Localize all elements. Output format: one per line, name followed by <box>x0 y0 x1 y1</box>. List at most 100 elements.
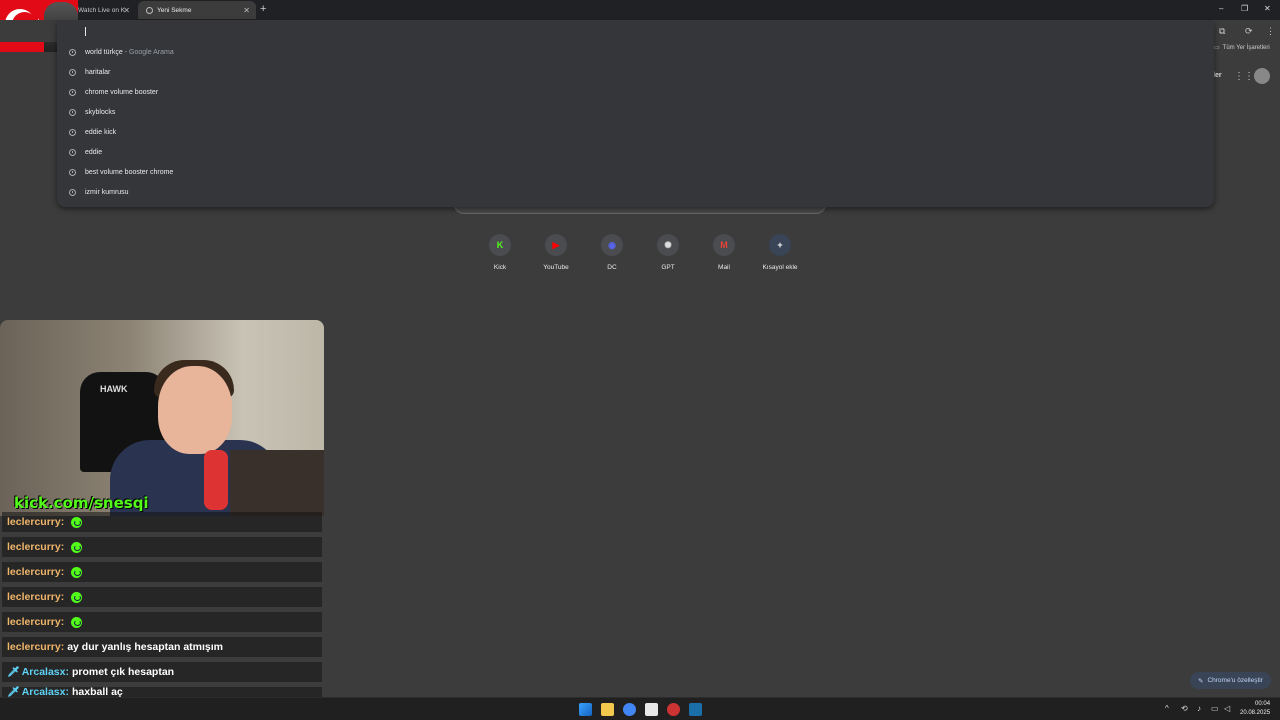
history-icon <box>69 188 76 196</box>
chat-message: leclercurry: <box>2 587 322 607</box>
suggestion-item[interactable]: chrome volume booster <box>57 82 1214 102</box>
history-icon <box>69 128 76 136</box>
kick-emote-icon <box>71 591 83 603</box>
chat-username[interactable]: leclercurry: <box>7 566 64 578</box>
sword-badge-icon: 🗡 <box>7 686 20 698</box>
suggestion-item[interactable]: haritalar <box>57 62 1214 82</box>
shortcut-label: Mail <box>718 264 730 271</box>
chatgpt-icon: ✺ <box>657 234 679 256</box>
new-tab-plus-icon[interactable]: + <box>260 3 266 15</box>
history-icon <box>69 88 76 96</box>
all-bookmarks-label: Tüm Yer İşaretleri <box>1222 44 1270 51</box>
minimize-icon[interactable]: – <box>1219 4 1223 13</box>
tray-mic-icon[interactable]: ♪ <box>1197 704 1201 713</box>
gmail-icon: M <box>713 234 735 256</box>
pencil-icon: ✎ <box>1198 677 1204 685</box>
shortcut-label: Kısayol ekle <box>762 264 798 271</box>
tab-new-tab[interactable]: Yeni Sekme ✕ <box>138 1 256 19</box>
network-icon[interactable]: ▭ <box>1211 704 1219 713</box>
history-icon <box>69 168 76 176</box>
globe-icon <box>146 6 153 14</box>
app-icon[interactable] <box>667 703 680 716</box>
shortcut-label: YouTube <box>543 264 569 271</box>
streamer-head <box>158 366 232 454</box>
address-bar-input[interactable] <box>83 25 583 39</box>
history-icon <box>69 108 76 116</box>
suggestion-text: chrome volume booster <box>85 88 159 96</box>
suggestion-item[interactable]: skyblocks <box>57 102 1214 122</box>
folder-icon: ▭ <box>1214 45 1220 51</box>
suggestion-text: haritalar <box>85 68 111 76</box>
tray-app-icon[interactable]: ⟲ <box>1181 704 1188 713</box>
shortcut-mail[interactable]: M Mail <box>696 234 752 271</box>
suggestion-text: best volume booster chrome <box>85 168 174 176</box>
chat-message: 🗡 Arcalasx: haxball aç <box>2 686 322 698</box>
shortcut-youtube[interactable]: ▶ YouTube <box>528 234 584 271</box>
chat-username[interactable]: leclercurry: <box>7 616 64 628</box>
avatar[interactable] <box>1254 68 1270 84</box>
suggestion-item[interactable]: izmir kumrusu <box>57 182 1214 202</box>
document-icon[interactable] <box>645 703 658 716</box>
tray-chevron-icon[interactable]: ^ <box>1165 704 1169 713</box>
omnibox-dropdown: world türkçe - Google Arama haritalar ch… <box>57 21 1214 207</box>
history-icon <box>69 48 76 56</box>
kick-emote-icon <box>71 541 83 553</box>
close-icon[interactable]: ✕ <box>243 6 250 15</box>
stream-url-overlay: kick.com/snesqi <box>14 494 149 512</box>
text-caret <box>85 27 86 36</box>
desk <box>230 450 324 516</box>
kick-emote-icon <box>71 516 83 528</box>
youtube-icon: ▶ <box>545 234 567 256</box>
chat-username[interactable]: leclercurry: <box>7 591 64 603</box>
chat-username[interactable]: leclercurry: <box>7 641 64 653</box>
chat-username[interactable]: leclercurry: <box>7 541 64 553</box>
chrome-icon[interactable] <box>623 703 636 716</box>
chat-message: leclercurry: <box>2 612 322 632</box>
tab-kick[interactable]: Watch Live on K ✕ <box>70 1 136 19</box>
steam-icon[interactable] <box>689 703 702 716</box>
chat-username[interactable]: leclercurry: <box>7 516 64 528</box>
tab-label: Watch Live on K <box>78 6 126 14</box>
clock-time: 00:04 <box>1255 701 1271 707</box>
shortcut-add[interactable]: + Kısayol ekle <box>752 234 808 271</box>
shortcut-kick[interactable]: K Kick <box>472 234 528 271</box>
restore-icon[interactable]: ❐ <box>1241 4 1248 13</box>
suggestion-text: eddie kick <box>85 128 117 136</box>
volume-icon[interactable]: ◁ <box>1224 704 1230 713</box>
windows-start-icon[interactable] <box>579 703 592 716</box>
all-bookmarks[interactable]: ▭ Tüm Yer İşaretleri <box>1214 44 1270 52</box>
close-window-icon[interactable]: ✕ <box>1264 4 1271 13</box>
plus-icon: + <box>769 234 791 256</box>
menu-dots-icon[interactable]: ⋮ <box>1266 26 1275 37</box>
kick-icon: K <box>489 234 511 256</box>
file-explorer-icon[interactable] <box>601 703 614 716</box>
suggestion-text: skyblocks <box>85 108 116 116</box>
chat-text: ay dur yanlış hesaptan atmışım <box>67 641 224 653</box>
header-partial-text[interactable]: ler <box>1213 72 1222 79</box>
kick-emote-icon <box>71 616 83 628</box>
chat-username[interactable]: Arcalasx: <box>22 666 69 678</box>
system-clock[interactable]: 00:04 20.08.2025 <box>1240 700 1270 718</box>
suggestion-text: izmir kumrusu <box>85 188 129 196</box>
suggestion-item[interactable]: eddie <box>57 142 1214 162</box>
profile-sync-icon[interactable]: ⟳ <box>1245 26 1253 37</box>
tab-label: Yeni Sekme <box>157 6 192 14</box>
shortcut-label: GPT <box>661 264 675 271</box>
suggestion-item[interactable]: best volume booster chrome <box>57 162 1214 182</box>
chat-message: 🗡 Arcalasx: promet çık hesaptan <box>2 662 322 682</box>
discord-icon: ◉ <box>601 234 623 256</box>
customize-chrome-button[interactable]: ✎ Chrome'u özelleştir <box>1190 672 1271 689</box>
shortcut-discord[interactable]: ◉ DC <box>584 234 640 271</box>
suggestion-item[interactable]: eddie kick <box>57 122 1214 142</box>
shortcut-label: Kick <box>493 264 507 271</box>
windows-taskbar: ^ ⟲ ♪ ▭ ◁ 00:04 20.08.2025 <box>0 697 1280 720</box>
shortcut-gpt[interactable]: ✺ GPT <box>640 234 696 271</box>
extensions-icon[interactable]: ⧉ <box>1219 26 1225 37</box>
suggestion-item[interactable]: world türkçe - Google Arama <box>57 42 1214 62</box>
history-icon <box>69 148 76 156</box>
chat-message: leclercurry: <box>2 537 322 557</box>
history-icon <box>69 68 76 76</box>
shortcut-label: DC <box>607 264 617 271</box>
close-icon[interactable]: ✕ <box>123 6 130 15</box>
sword-badge-icon: 🗡 <box>7 666 20 678</box>
